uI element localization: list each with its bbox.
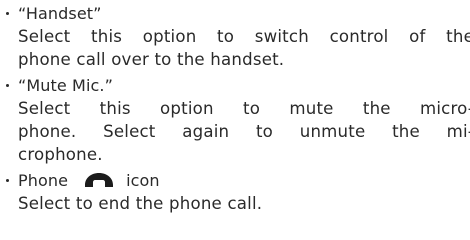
option-term-mute-mic: “Mute Mic.” bbox=[18, 76, 113, 95]
bullet-dot bbox=[6, 84, 9, 87]
phone-handset-icon bbox=[85, 173, 114, 187]
manual-text-block: “Handset” Select this option to switch c… bbox=[0, 0, 470, 240]
term-phone-label: Phone bbox=[18, 171, 69, 190]
list-item-phone-icon: Phone icon Select to end the phone call. bbox=[6, 169, 470, 215]
description-line: phone call over to the handset. bbox=[18, 50, 285, 69]
description-line: crophone. bbox=[18, 145, 103, 164]
description-line: Select this option to switch control of … bbox=[18, 27, 470, 46]
bullet-dot bbox=[6, 179, 9, 182]
option-description-phone-icon: Select to end the phone call. bbox=[18, 192, 470, 215]
list-item-mute-mic: “Mute Mic.” Select this option to mute t… bbox=[6, 74, 470, 166]
description-line: Select to end the phone call. bbox=[18, 194, 263, 213]
list-item-handset: “Handset” Select this option to switch c… bbox=[6, 2, 470, 71]
bullet-dot bbox=[6, 12, 9, 15]
description-line: phone. Select again to unmute the mi- bbox=[18, 122, 470, 141]
option-term-handset: “Handset” bbox=[18, 4, 102, 23]
option-description-mute-mic: Select this option to mute the micro- ph… bbox=[18, 97, 470, 166]
description-line: Select this option to mute the micro- bbox=[18, 99, 470, 118]
option-description-handset: Select this option to switch control of … bbox=[18, 25, 470, 71]
term-icon-label: icon bbox=[126, 171, 160, 190]
option-term-phone-icon: Phone icon bbox=[18, 169, 470, 192]
